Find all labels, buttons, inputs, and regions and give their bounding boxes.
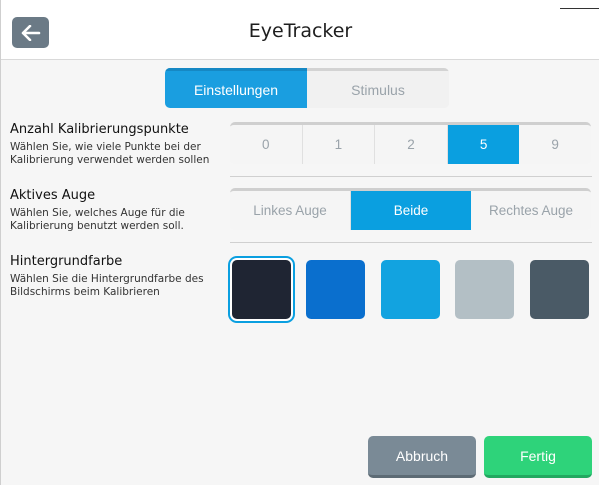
background-color-swatches bbox=[230, 260, 592, 320]
divider bbox=[230, 242, 592, 243]
tab-bar: Einstellungen Stimulus bbox=[165, 68, 449, 108]
background-color-description: Wählen Sie die Hintergrundfarbe des Bild… bbox=[10, 273, 204, 298]
color-swatch-dark-navy[interactable] bbox=[232, 260, 291, 319]
app-title: EyeTracker bbox=[248, 20, 353, 42]
color-swatch-light-blue[interactable] bbox=[381, 260, 440, 319]
cancel-button[interactable]: Abbruch bbox=[368, 436, 476, 478]
active-eye-title: Aktives Auge bbox=[10, 188, 96, 203]
eye-option-left[interactable]: Linkes Auge bbox=[230, 191, 351, 230]
calibration-option-9[interactable]: 9 bbox=[519, 125, 591, 164]
active-eye-description: Wählen Sie, welches Auge für die Kalibri… bbox=[10, 207, 185, 232]
calibration-points-description: Wählen Sie, wie viele Punkte bei der Kal… bbox=[10, 141, 210, 166]
tab-einstellungen[interactable]: Einstellungen bbox=[165, 68, 307, 108]
calibration-option-1[interactable]: 1 bbox=[302, 125, 376, 164]
eyetracker-window: EyeTracker Einstellungen Stimulus Anzahl… bbox=[0, 0, 599, 485]
title-bar: EyeTracker bbox=[1, 0, 599, 60]
calibration-option-2[interactable]: 2 bbox=[375, 125, 448, 164]
arrow-left-icon bbox=[21, 24, 40, 41]
calibration-points-selector: 0 1 2 5 9 bbox=[230, 122, 591, 164]
color-swatch-dark-gray[interactable] bbox=[530, 260, 589, 319]
calibration-option-5[interactable]: 5 bbox=[447, 125, 520, 164]
calibration-points-title: Anzahl Kalibrierungspunkte bbox=[10, 122, 189, 137]
background-color-title: Hintergrundfarbe bbox=[10, 254, 123, 269]
eye-option-both[interactable]: Beide bbox=[351, 191, 471, 230]
eye-option-right[interactable]: Rechtes Auge bbox=[471, 191, 591, 230]
active-eye-selector: Linkes Auge Beide Rechtes Auge bbox=[230, 188, 591, 230]
color-swatch-blue[interactable] bbox=[306, 260, 365, 319]
color-swatch-light-gray[interactable] bbox=[455, 260, 514, 319]
calibration-option-0[interactable]: 0 bbox=[230, 125, 303, 164]
done-button[interactable]: Fertig bbox=[484, 436, 592, 478]
tab-stimulus[interactable]: Stimulus bbox=[307, 68, 449, 108]
back-button[interactable] bbox=[12, 17, 49, 48]
divider bbox=[230, 176, 592, 177]
